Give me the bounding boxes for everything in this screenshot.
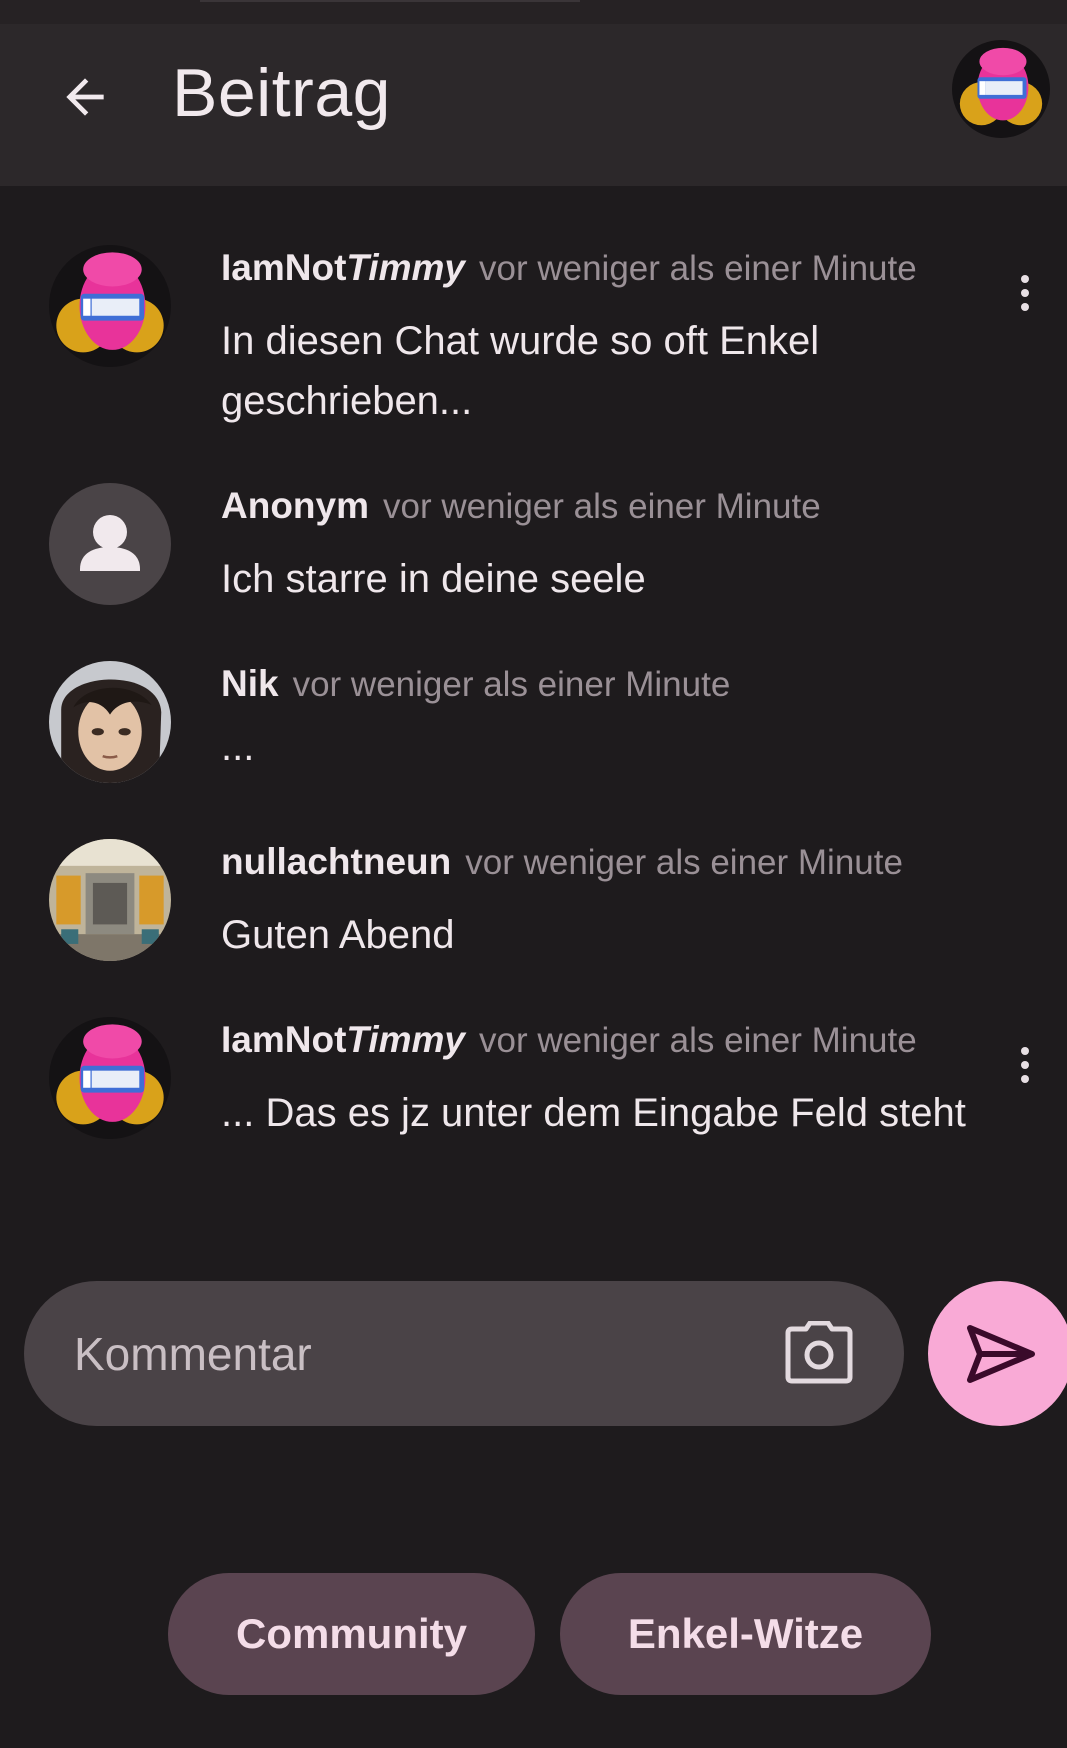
chip-community[interactable]: Community	[168, 1573, 535, 1695]
username[interactable]: IamNotTimmy	[221, 1019, 465, 1060]
username[interactable]: nullachtneun	[221, 841, 451, 882]
comment-input[interactable]	[74, 1281, 764, 1426]
dot	[1021, 1075, 1029, 1083]
timestamp: vor weniger als einer Minute	[465, 843, 903, 882]
comment-header: Nik vor weniger als einer Minute	[221, 663, 730, 705]
comment-text: Ich starre in deine seele	[221, 557, 646, 601]
comment-text: ... Das es jz unter dem Eingabe Feld ste…	[221, 1091, 966, 1135]
avatar[interactable]	[49, 483, 171, 605]
more-options-button[interactable]	[1010, 1040, 1040, 1090]
timestamp: vor weniger als einer Minute	[479, 249, 917, 288]
page-title: Beitrag	[172, 55, 391, 131]
comment-header: nullachtneun vor weniger als einer Minute	[221, 841, 903, 883]
camera-button[interactable]	[784, 1320, 854, 1385]
dot	[1021, 275, 1029, 283]
avatar-image-icon	[49, 661, 171, 783]
status-strip	[0, 0, 1067, 24]
comment-text: ...	[221, 725, 255, 769]
comment-composer	[24, 1281, 904, 1426]
profile-avatar[interactable]	[952, 40, 1050, 138]
chip-enkel-witze[interactable]: Enkel-Witze	[560, 1573, 931, 1695]
comment-header: IamNotTimmy vor weniger als einer Minute	[221, 247, 917, 289]
camera-icon	[785, 1320, 853, 1384]
username[interactable]: Anonym	[221, 485, 369, 526]
timestamp: vor weniger als einer Minute	[383, 487, 821, 526]
avatar-image-icon	[49, 245, 171, 367]
avatar[interactable]	[49, 1017, 171, 1139]
send-icon	[966, 1324, 1035, 1383]
avatar-image-icon	[49, 1017, 171, 1139]
comment-text: In diesen Chat wurde so oft Enkel geschr…	[221, 319, 820, 423]
timestamp: vor weniger als einer Minute	[292, 665, 731, 704]
dot	[1021, 1061, 1029, 1069]
status-divider	[200, 0, 580, 2]
send-button[interactable]	[928, 1281, 1067, 1426]
username[interactable]: Nik	[221, 663, 279, 704]
dot	[1021, 289, 1029, 297]
avatar[interactable]	[49, 245, 171, 367]
avatar-image-icon	[49, 839, 171, 961]
comment-header: Anonym vor weniger als einer Minute	[221, 485, 821, 527]
back-button[interactable]	[50, 62, 120, 132]
timestamp: vor weniger als einer Minute	[479, 1021, 917, 1060]
comment-text: Guten Abend	[221, 913, 455, 957]
more-options-button[interactable]	[1010, 268, 1040, 318]
app-bar: Beitrag	[0, 24, 1067, 186]
dot	[1021, 1047, 1029, 1055]
avatar[interactable]	[49, 661, 171, 783]
arrow-left-icon	[66, 78, 104, 116]
avatar[interactable]	[49, 839, 171, 961]
avatar-image-icon	[952, 40, 1050, 138]
username[interactable]: IamNotTimmy	[221, 247, 465, 288]
person-icon	[80, 515, 140, 571]
comment-header: IamNotTimmy vor weniger als einer Minute	[221, 1019, 917, 1061]
dot	[1021, 303, 1029, 311]
